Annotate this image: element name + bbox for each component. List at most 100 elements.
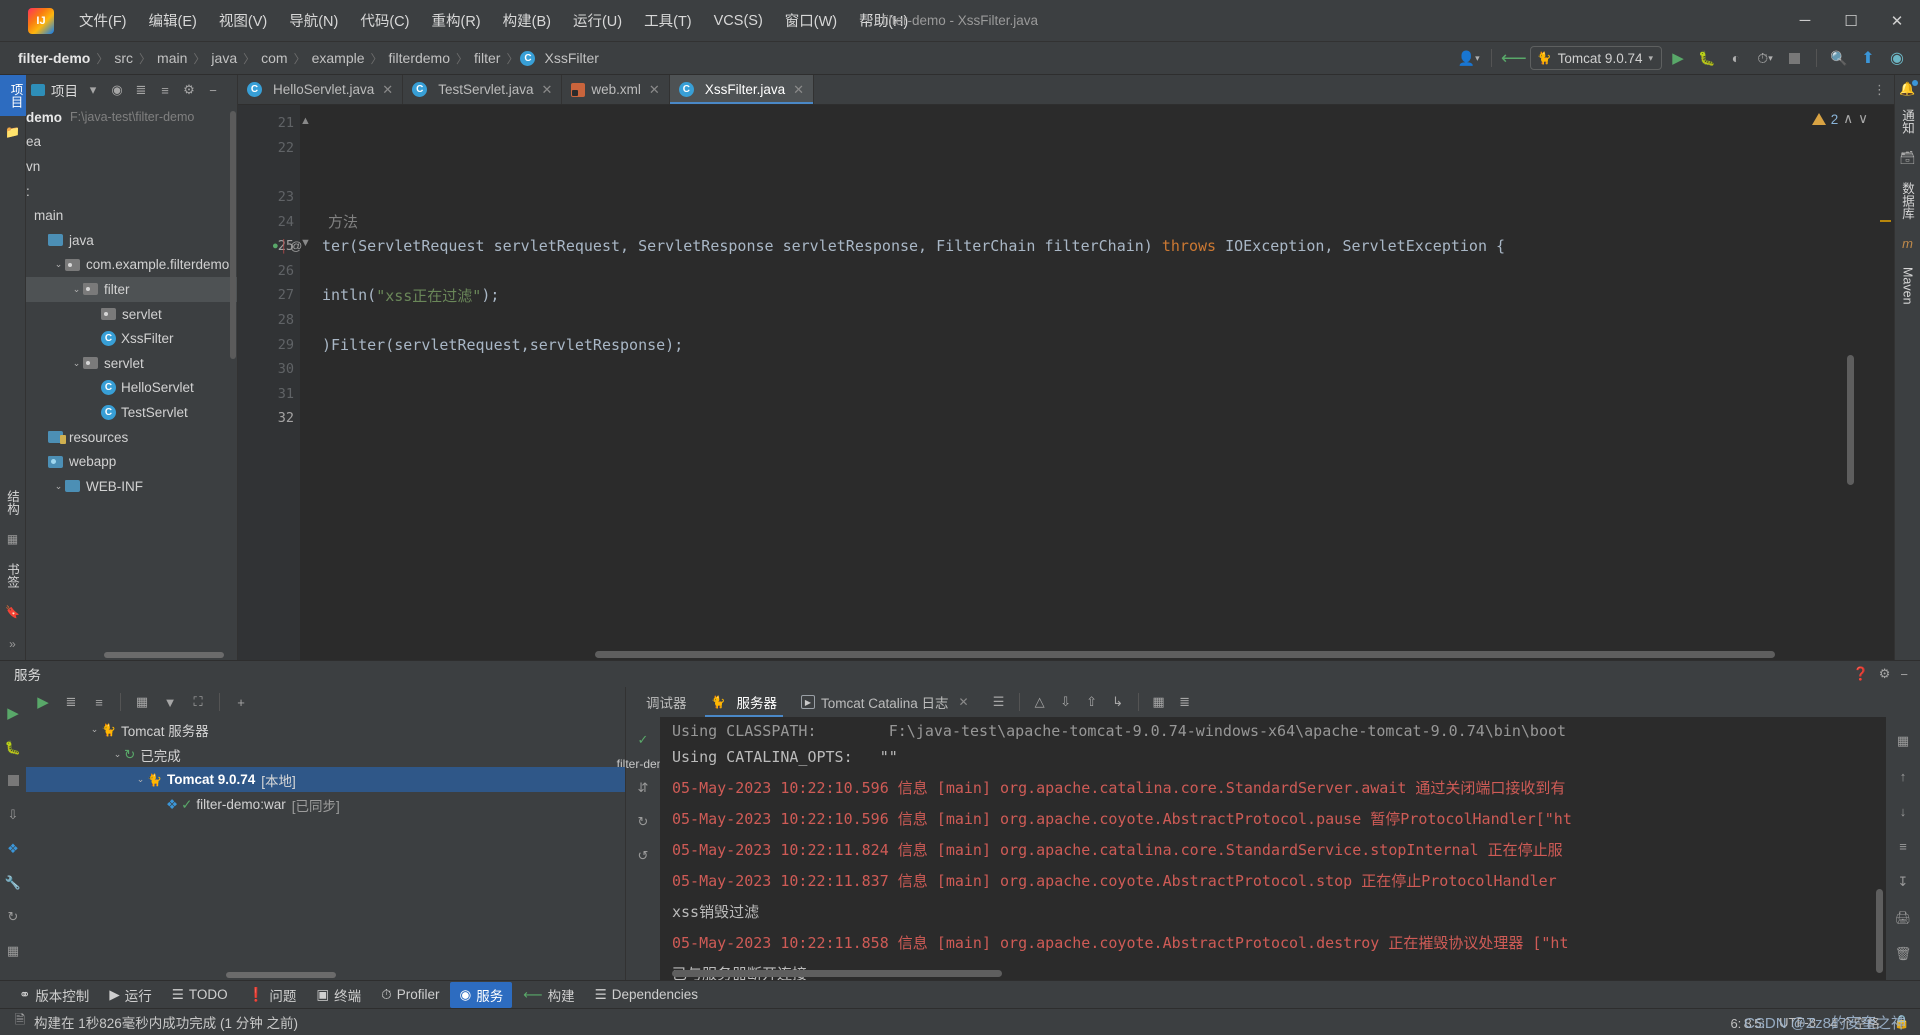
group-icon[interactable]: ▦ xyxy=(129,690,155,714)
expand-all-icon[interactable]: ≣ xyxy=(132,82,150,98)
layout-icon[interactable]: ⛶ xyxy=(185,690,211,714)
account-icon[interactable]: 👤 ▾ xyxy=(1456,46,1482,70)
tree-row-main[interactable]: main xyxy=(26,203,237,228)
chevron-down-icon[interactable]: ⌄ xyxy=(70,358,83,369)
minimize-button[interactable]: ─ xyxy=(1782,0,1828,42)
minimize-icon[interactable]: − xyxy=(1900,667,1908,682)
menu-window[interactable]: 窗口(W) xyxy=(774,6,848,35)
breadcrumb-com[interactable]: com xyxy=(257,49,291,67)
scroll-up-icon[interactable]: ⇧ xyxy=(1080,690,1104,714)
menu-build[interactable]: 构建(B) xyxy=(492,6,562,35)
format-icon[interactable]: ≣ xyxy=(1173,690,1197,714)
close-button[interactable]: ✕ xyxy=(1874,0,1920,42)
tool-button-build[interactable]: ⟵ 构建 xyxy=(514,982,583,1008)
run-button[interactable]: ▶ xyxy=(1665,46,1691,70)
editor-vertical-scrollbar[interactable] xyxy=(1847,355,1854,485)
scroll-down-icon[interactable]: ⇩ xyxy=(1054,690,1078,714)
build-project-icon[interactable]: ⟵ xyxy=(1501,46,1527,70)
trash-icon[interactable]: 🗑 xyxy=(1895,946,1912,962)
chevron-down-icon[interactable]: ⌄ xyxy=(134,774,147,785)
tool-tab-project[interactable]: 项目 xyxy=(0,75,26,116)
menu-help[interactable]: 帮助(H) xyxy=(848,6,919,35)
services-row-tomcat-servers[interactable]: ⌄ 🐈 Tomcat 服务器 xyxy=(26,717,625,742)
filter-icon[interactable]: ▼ xyxy=(157,690,183,714)
tree-row-webapp[interactable]: webapp xyxy=(26,449,237,474)
menu-code[interactable]: 代码(C) xyxy=(349,6,420,35)
previous-problem-icon[interactable]: ∧ xyxy=(1843,111,1853,127)
gear-icon[interactable]: ⚙ xyxy=(180,82,198,98)
close-icon[interactable]: ✕ xyxy=(959,695,969,709)
override-method-icon[interactable]: ● xyxy=(272,240,279,252)
editor-tab-webxml[interactable]: web.xml ✕ xyxy=(562,75,670,104)
chevron-down-icon[interactable]: ⌄ xyxy=(52,259,65,270)
breadcrumb-java[interactable]: java xyxy=(207,49,241,67)
editor-tab-xssfilter[interactable]: C XssFilter.java ✕ xyxy=(669,75,815,104)
print-icon[interactable]: 🖨 xyxy=(1895,910,1912,926)
scroll-down-icon[interactable]: ↓ xyxy=(1900,804,1907,819)
bell-icon[interactable]: 🔔 xyxy=(1899,80,1918,97)
tree-row-idea[interactable]: ea xyxy=(26,130,237,155)
idea-settings-icon[interactable]: ◉ xyxy=(1884,46,1910,70)
build-status-icon[interactable]: 🗎 xyxy=(10,1011,30,1033)
scroll-up-icon[interactable]: ↑ xyxy=(1900,769,1907,784)
run-icon[interactable]: ▶ xyxy=(30,690,56,714)
more-options-icon[interactable]: ⋮ xyxy=(1873,82,1886,98)
services-tree[interactable]: ⌄ 🐈 Tomcat 服务器 ⌄ ↻ 已完成 ⌄ 🐈 Tomcat 9.0.74… xyxy=(26,717,625,980)
help-icon[interactable]: ❓ xyxy=(1853,666,1869,682)
editor-gutter[interactable]: 21 22 23 24 25 26 27 28 29 30 31 32 ● │ … xyxy=(238,105,302,660)
tool-button-version-control[interactable]: ⚭ 版本控制 xyxy=(10,982,98,1008)
tool-tab-structure[interactable]: 结构 xyxy=(3,482,22,523)
next-problem-icon[interactable]: ∨ xyxy=(1858,111,1868,127)
tree-row-package[interactable]: ⌄ com.example.filterdemo xyxy=(26,253,237,278)
structure-icon[interactable]: ▦ xyxy=(7,532,18,546)
encoding-indicator[interactable]: UTF-8 xyxy=(1779,1015,1816,1030)
chevron-down-icon[interactable]: ⌄ xyxy=(88,724,101,735)
stop-button[interactable] xyxy=(1781,46,1807,70)
collapse-all-icon[interactable]: ≡ xyxy=(156,83,174,98)
console-horizontal-scrollbar[interactable] xyxy=(672,970,1002,977)
tool-button-terminal[interactable]: ▣ 终端 xyxy=(307,982,370,1008)
editor-horizontal-scrollbar[interactable] xyxy=(595,651,1836,658)
tool-button-services[interactable]: ◉ 服务 xyxy=(450,981,513,1008)
console-vertical-scrollbar[interactable] xyxy=(1876,889,1883,973)
lock-icon[interactable]: 🔒 xyxy=(1894,1014,1910,1030)
stripe-warning-marker[interactable] xyxy=(1880,220,1891,222)
rerun-icon[interactable]: ↻ xyxy=(8,909,19,925)
tool-tab-database[interactable]: 数据库 xyxy=(1898,176,1917,226)
chevron-down-icon[interactable]: ▾ xyxy=(84,82,102,98)
soft-wrap-icon[interactable]: △ xyxy=(1028,690,1052,714)
hide-panel-icon[interactable]: − xyxy=(204,83,222,98)
tree-row-java[interactable]: java xyxy=(26,228,237,253)
chevron-down-icon[interactable]: ⌄ xyxy=(70,284,83,295)
scroll-marker-icon[interactable]: ⇵ xyxy=(638,780,649,796)
close-icon[interactable]: ✕ xyxy=(649,82,660,98)
close-icon[interactable]: ✕ xyxy=(542,82,553,98)
tool-tab-bookmarks[interactable]: 书签 xyxy=(3,555,22,596)
tree-row-xssfilter[interactable]: C XssFilter xyxy=(26,326,237,351)
code-text-area[interactable]: ▲ ▼ 方法 ter (ServletRequest servletRequest… xyxy=(300,105,1876,660)
maven-icon[interactable]: m xyxy=(1902,236,1913,251)
error-stripe[interactable] xyxy=(1876,105,1894,660)
console-tab-server[interactable]: 🐈 服务器 xyxy=(699,687,789,717)
sync-icon[interactable]: ↻ xyxy=(638,814,649,830)
close-icon[interactable]: ✕ xyxy=(382,82,393,98)
console-tab-debugger[interactable]: 调试器 xyxy=(634,687,699,717)
tree-vertical-scrollbar[interactable] xyxy=(230,111,236,359)
bookmark-icon[interactable]: 🔖 xyxy=(5,605,20,619)
tree-row-src[interactable]: : xyxy=(26,179,237,204)
tree-row-servlet-package[interactable]: ⌄ servlet xyxy=(26,351,237,376)
fold-end-icon[interactable]: ▼ xyxy=(300,237,314,261)
project-tree[interactable]: demo F:\java-test\filter-demo ea vn : ma… xyxy=(26,105,237,660)
menu-file[interactable]: 文件(F) xyxy=(68,6,138,35)
code-editor[interactable]: 21 22 23 24 25 26 27 28 29 30 31 32 ● │ … xyxy=(238,105,1894,660)
tool-button-run[interactable]: ▶ 运行 xyxy=(100,982,160,1008)
search-icon[interactable]: 🔍 xyxy=(1826,46,1852,70)
fold-start-icon[interactable]: ▲ xyxy=(300,115,314,139)
breadcrumb-filterdemo[interactable]: filterdemo xyxy=(385,49,454,67)
jump-end-icon[interactable]: ↳ xyxy=(1106,690,1130,714)
tree-horizontal-scrollbar[interactable] xyxy=(104,652,224,658)
scroll-from-source-icon[interactable]: ◉ xyxy=(108,82,126,98)
menu-edit[interactable]: 编辑(E) xyxy=(138,6,208,35)
fold-markers[interactable]: ▲ ▼ xyxy=(300,111,314,261)
gear-icon[interactable]: ⚙ xyxy=(1879,666,1891,682)
